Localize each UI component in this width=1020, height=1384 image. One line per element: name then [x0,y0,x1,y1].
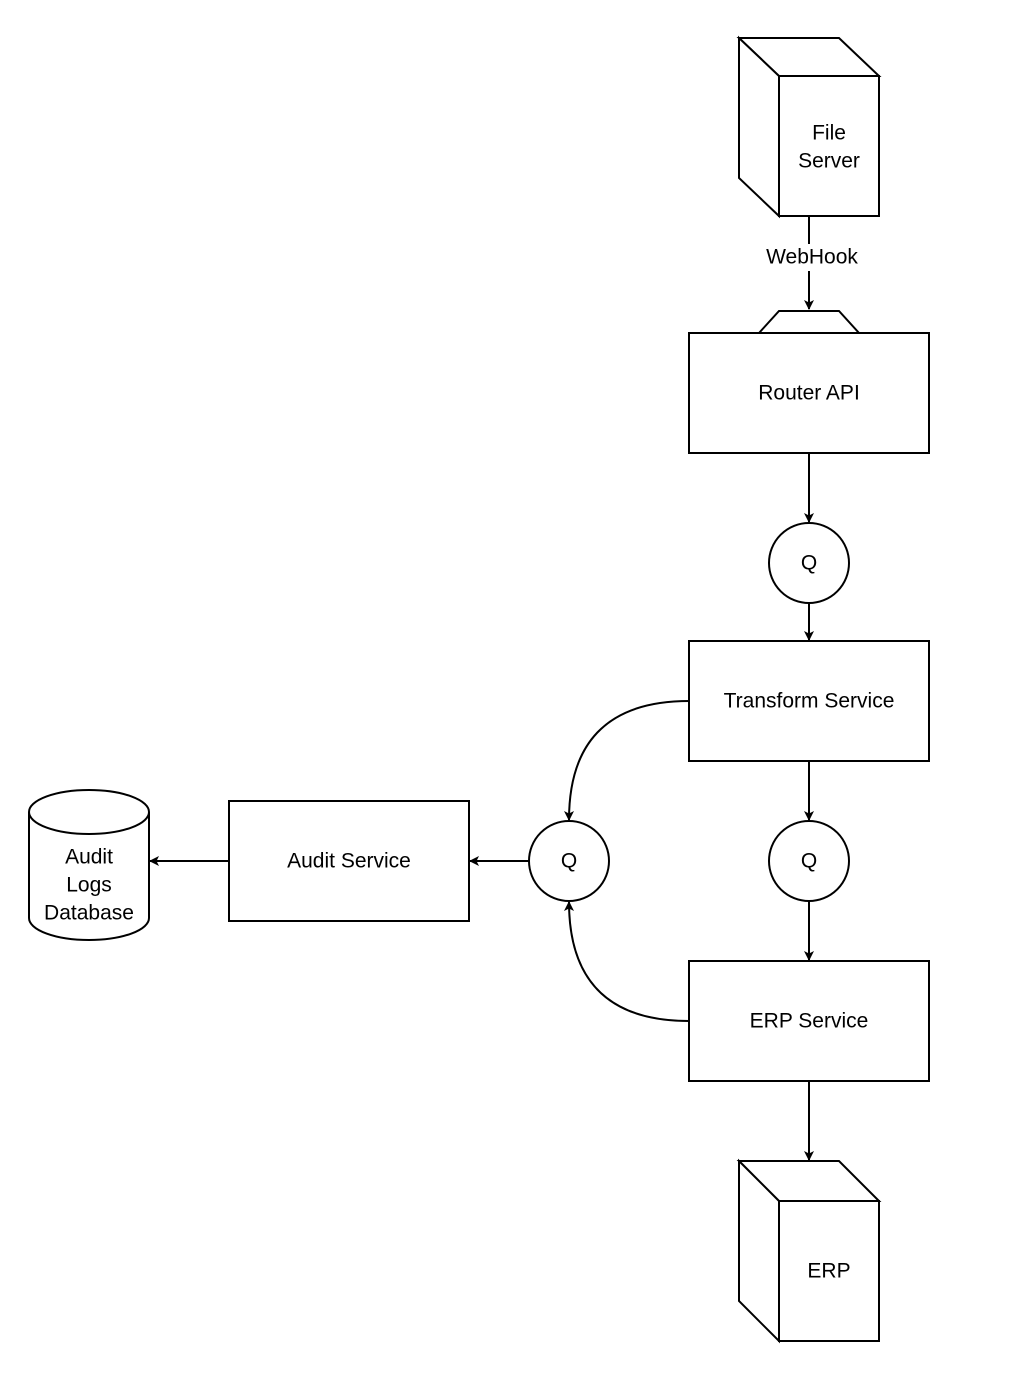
queue-audit-label: Q [561,850,577,873]
router-api-label: Router API [758,382,860,405]
node-erp[interactable]: ERP [736,1158,882,1344]
audit-db-label-line1: Audit [65,846,113,869]
node-erp-service[interactable]: ERP Service [688,960,930,1082]
node-router-api[interactable]: Router API [688,310,930,454]
audit-db-label-line3: Database [44,902,134,925]
architecture-diagram: WebHook File Server Router API Q Transfo… [28,35,930,1344]
node-audit-service[interactable]: Audit Service [228,800,470,922]
node-queue-audit[interactable]: Q [528,820,610,902]
node-queue-2[interactable]: Q [768,820,850,902]
queue-1-label: Q [801,552,817,575]
audit-db-label-line2: Logs [66,874,112,897]
node-audit-db[interactable]: Audit Logs Database [28,789,150,941]
edge-erp-service-to-audit-queue [564,901,690,1022]
file-server-label-line1: File [812,122,846,145]
erp-label: ERP [807,1260,850,1283]
transform-service-label: Transform Service [724,690,895,713]
node-file-server[interactable]: File Server [736,35,882,219]
node-queue-1[interactable]: Q [768,522,850,604]
edge-file-server-to-router-api: WebHook [766,216,858,310]
audit-service-label: Audit Service [287,850,411,873]
queue-2-label: Q [801,850,817,873]
node-transform-service[interactable]: Transform Service [688,640,930,762]
edge-transform-to-audit-queue [564,700,690,821]
edge-label-webhook: WebHook [766,246,858,269]
erp-service-label: ERP Service [750,1010,869,1033]
file-server-label-line2: Server [798,150,860,173]
